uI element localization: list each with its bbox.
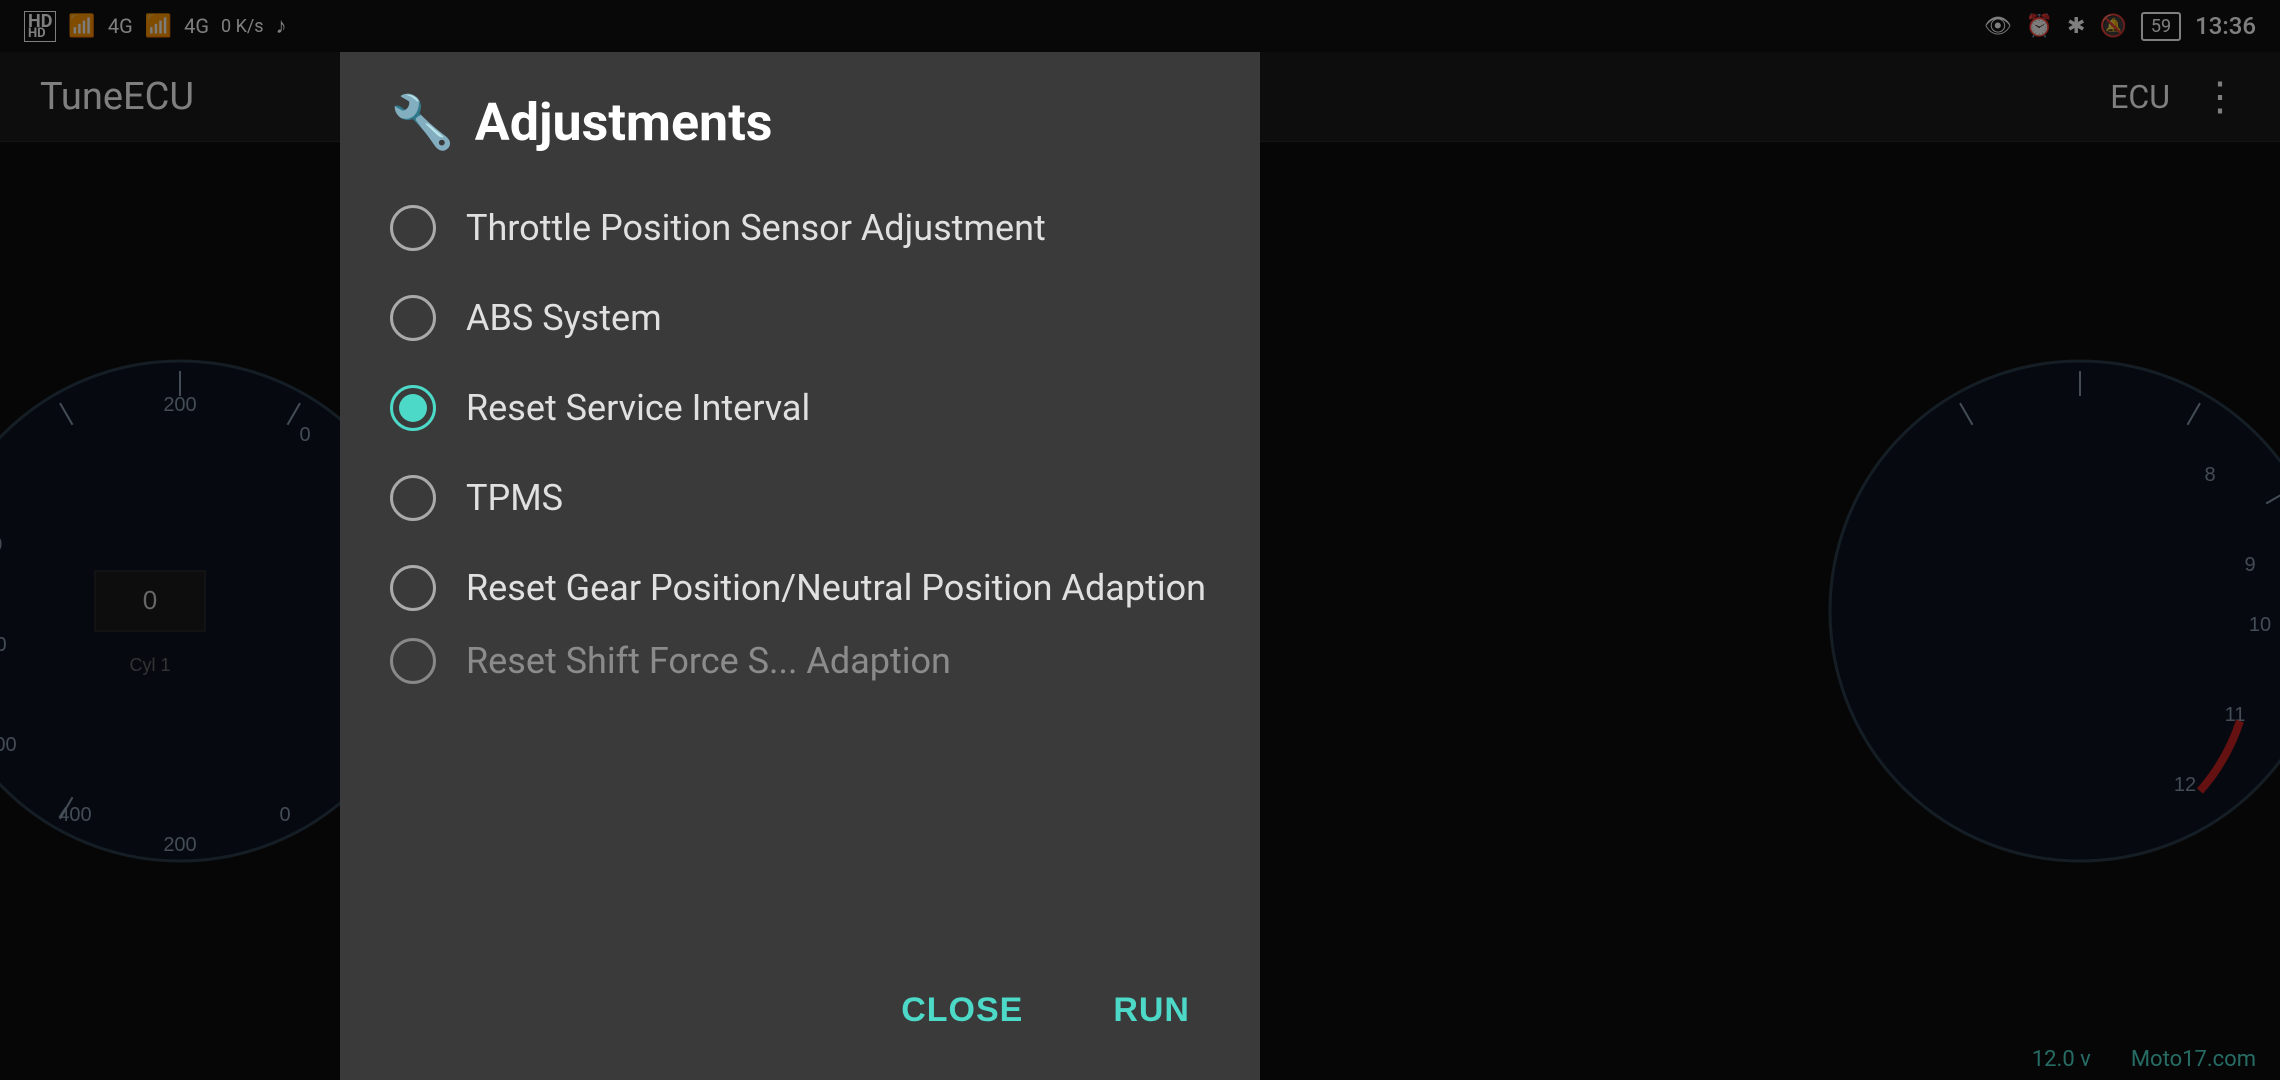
dialog-options: Throttle Position Sensor Adjustment ABS … bbox=[390, 183, 1210, 961]
option-tpms[interactable]: TPMS bbox=[390, 453, 1210, 543]
radio-rsi-fill bbox=[399, 394, 427, 422]
option-label-abs: ABS System bbox=[466, 297, 662, 339]
option-rgpnpa[interactable]: Reset Gear Position/Neutral Position Ada… bbox=[390, 543, 1210, 633]
radio-rgpnpa[interactable] bbox=[390, 565, 436, 611]
radio-abs[interactable] bbox=[390, 295, 436, 341]
option-label-rgpnpa: Reset Gear Position/Neutral Position Ada… bbox=[466, 567, 1206, 609]
option-label-tps: Throttle Position Sensor Adjustment bbox=[466, 207, 1046, 249]
adjustments-dialog: 🔧 Adjustments Throttle Position Sensor A… bbox=[340, 52, 1260, 1080]
option-label-rsi: Reset Service Interval bbox=[466, 387, 810, 429]
radio-tpms[interactable] bbox=[390, 475, 436, 521]
close-button[interactable]: CLOSE bbox=[881, 981, 1043, 1040]
wrench-icon: 🔧 bbox=[390, 92, 455, 153]
option-label-tpms: TPMS bbox=[466, 477, 563, 519]
option-label-rsfa: Reset Shift Force S... Adaption bbox=[466, 640, 951, 682]
radio-rsi[interactable] bbox=[390, 385, 436, 431]
radio-tps[interactable] bbox=[390, 205, 436, 251]
option-rsi[interactable]: Reset Service Interval bbox=[390, 363, 1210, 453]
option-tps[interactable]: Throttle Position Sensor Adjustment bbox=[390, 183, 1210, 273]
option-rsfa[interactable]: Reset Shift Force S... Adaption bbox=[390, 633, 1210, 689]
dialog-header: 🔧 Adjustments bbox=[390, 92, 1210, 153]
run-button[interactable]: RUN bbox=[1093, 981, 1210, 1040]
dialog-footer: CLOSE RUN bbox=[390, 961, 1210, 1050]
dialog-title: Adjustments bbox=[475, 92, 773, 153]
radio-rsfa[interactable] bbox=[390, 638, 436, 684]
option-abs[interactable]: ABS System bbox=[390, 273, 1210, 363]
